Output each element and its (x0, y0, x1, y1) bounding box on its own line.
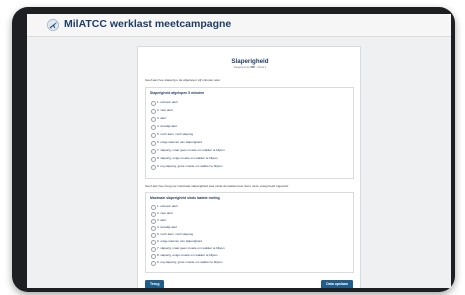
radio-button[interactable] (151, 218, 156, 224)
section2-option-8[interactable]: 8. slaperig, enige moeite om wakker te b… (151, 253, 341, 259)
section2-instruction: Geef aan hoe hoog uw maximale slaperighe… (145, 184, 289, 188)
option-label: 9. erg slaperig, grote moeite om wakker … (157, 164, 223, 168)
radio-button[interactable] (151, 132, 156, 138)
option-label: 3. alert (157, 218, 167, 222)
radio-button[interactable] (151, 253, 156, 259)
aircraft-icon (47, 19, 59, 31)
radio-button[interactable] (151, 140, 156, 146)
section1-option-5[interactable]: 5. noch alert, noch slaperig (151, 132, 341, 138)
subtitle-code: ### (250, 66, 255, 69)
radio-button[interactable] (151, 211, 156, 217)
app-title: MilATCC werklast meetcampagne (64, 18, 232, 30)
section1-instruction: Geef aan hoe slaperig u de afgelopen vij… (145, 78, 221, 82)
option-label: 8. slaperig, enige moeite om wakker te b… (157, 156, 218, 160)
radio-button[interactable] (151, 239, 156, 245)
option-label: 8. slaperig, enige moeite om wakker te b… (157, 253, 218, 257)
option-label: 6. enige tekenen van slaperigheid (157, 140, 202, 144)
section2-option-2[interactable]: 2. zeer alert (151, 211, 341, 217)
subtitle-prefix: Vraagnummer (233, 66, 250, 69)
section2-option-6[interactable]: 6. enige tekenen van slaperigheid (151, 239, 341, 245)
radio-button[interactable] (151, 148, 156, 154)
save-data-button[interactable]: Data opslaan (321, 280, 353, 288)
radio-button[interactable] (151, 108, 156, 114)
app-header: MilATCC werklast meetcampagne (27, 14, 451, 37)
back-button[interactable]: Terug (145, 280, 165, 288)
section1-option-8[interactable]: 8. slaperig, enige moeite om wakker te b… (151, 156, 341, 162)
section1-title: Slaperigheid afgelopen 5 minuten (150, 91, 205, 95)
question-card: Slaperigheid Vraagnummer ### - Versie 1 … (137, 46, 361, 288)
radio-button[interactable] (151, 116, 156, 122)
option-label: 4. tamelijk alert (157, 124, 178, 128)
section1-option-1[interactable]: 1. extreem alert (151, 100, 341, 106)
option-label: 7. slaperig, maar geen moeite om wakker … (157, 148, 225, 152)
option-label: 6. enige tekenen van slaperigheid (157, 239, 202, 243)
tablet-frame: MilATCC werklast meetcampagne Slaperighe… (12, 7, 455, 292)
option-label: 4. tamelijk alert (157, 225, 178, 229)
option-label: 1. extreem alert (157, 100, 178, 104)
radio-button[interactable] (151, 100, 156, 106)
question-subtitle: Vraagnummer ### - Versie 1 (138, 66, 362, 69)
radio-button[interactable] (151, 156, 156, 162)
section1-option-3[interactable]: 3. alert (151, 116, 341, 122)
section2-group: Maximale slaperigheid sinds laatste meti… (145, 192, 354, 273)
option-label: 3. alert (157, 116, 167, 120)
section1-option-7[interactable]: 7. slaperig, maar geen moeite om wakker … (151, 148, 341, 154)
question-title: Slaperigheid (231, 58, 269, 65)
section2-option-3[interactable]: 3. alert (151, 218, 341, 224)
section1-option-9[interactable]: 9. erg slaperig, grote moeite om wakker … (151, 164, 341, 170)
section1-option-2[interactable]: 2. zeer alert (151, 108, 341, 114)
option-label: 1. extreem alert (157, 204, 178, 208)
radio-button[interactable] (151, 232, 156, 238)
radio-button[interactable] (151, 164, 156, 170)
section1-group: Slaperigheid afgelopen 5 minuten 1. extr… (145, 87, 354, 179)
option-label: 7. slaperig, maar geen moeite om wakker … (157, 246, 225, 250)
section2-option-5[interactable]: 5. noch alert, noch slaperig (151, 232, 341, 238)
option-label: 2. zeer alert (157, 108, 173, 112)
subtitle-suffix: - Versie 1 (255, 66, 267, 69)
radio-button[interactable] (151, 204, 156, 210)
radio-button[interactable] (151, 246, 156, 252)
section2-option-4[interactable]: 4. tamelijk alert (151, 225, 341, 231)
option-label: 5. noch alert, noch slaperig (157, 132, 194, 136)
section1-option-4[interactable]: 4. tamelijk alert (151, 124, 341, 130)
tablet-screen: MilATCC werklast meetcampagne Slaperighe… (27, 14, 451, 288)
section1-option-6[interactable]: 6. enige tekenen van slaperigheid (151, 140, 341, 146)
option-label: 2. zeer alert (157, 211, 173, 215)
section2-option-9[interactable]: 9. erg slaperig, grote moeite om wakker … (151, 260, 341, 266)
section2-option-1[interactable]: 1. extreem alert (151, 204, 341, 210)
section2-title: Maximale slaperigheid sinds laatste meti… (150, 196, 220, 200)
option-label: 9. erg slaperig, grote moeite om wakker … (157, 260, 223, 264)
radio-button[interactable] (151, 260, 156, 266)
option-label: 5. noch alert, noch slaperig (157, 232, 194, 236)
radio-button[interactable] (151, 225, 156, 231)
section2-option-7[interactable]: 7. slaperig, maar geen moeite om wakker … (151, 246, 341, 252)
radio-button[interactable] (151, 124, 156, 130)
